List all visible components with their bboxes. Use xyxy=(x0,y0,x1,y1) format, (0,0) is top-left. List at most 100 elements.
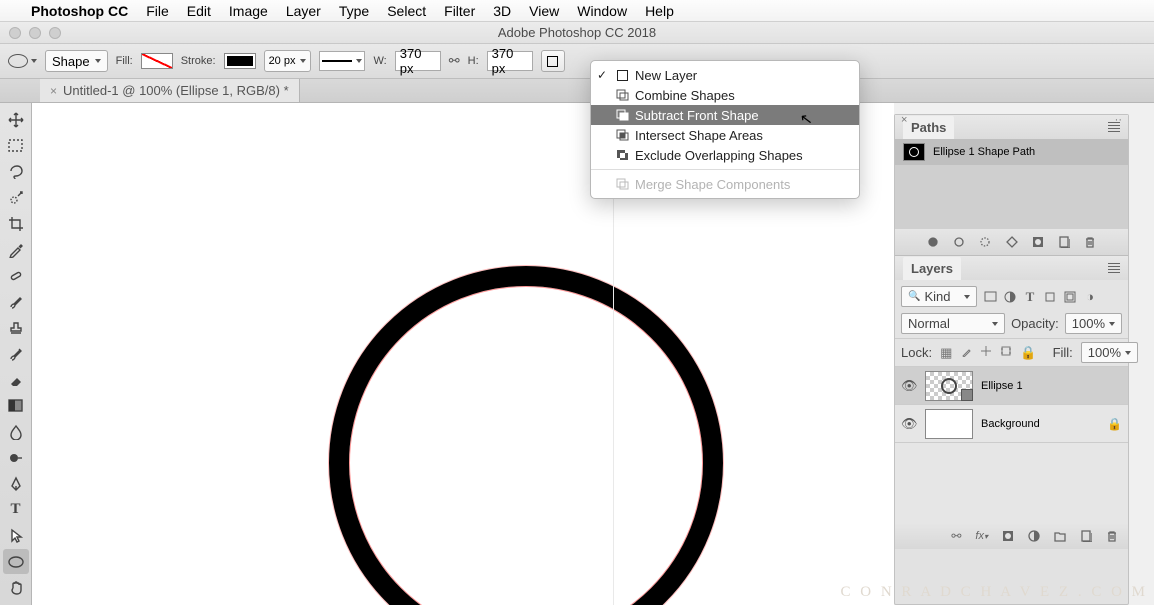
gradient-tool[interactable] xyxy=(3,393,29,418)
move-tool[interactable] xyxy=(3,107,29,132)
fill-opacity-field[interactable]: 100% xyxy=(1081,342,1138,363)
new-path-icon[interactable] xyxy=(1058,236,1070,248)
eyedropper-tool[interactable] xyxy=(3,237,29,262)
menu-item-exclude[interactable]: Exclude Overlapping Shapes xyxy=(591,145,859,165)
path-operations-button[interactable] xyxy=(541,50,565,72)
delete-layer-icon[interactable] xyxy=(1106,530,1118,543)
chevron-down-icon xyxy=(1109,322,1115,326)
filter-shape-icon[interactable] xyxy=(1043,290,1057,303)
new-layer-icon[interactable] xyxy=(1080,530,1092,542)
current-tool-indicator[interactable] xyxy=(8,54,37,68)
menu-select[interactable]: Select xyxy=(378,3,435,19)
type-tool[interactable]: T xyxy=(3,497,29,522)
ellipse-shape-tool[interactable] xyxy=(3,549,29,574)
menu-edit[interactable]: Edit xyxy=(178,3,220,19)
layer-name[interactable]: Background xyxy=(981,418,1040,430)
close-window-icon[interactable] xyxy=(9,27,21,39)
filter-type-icon[interactable]: T xyxy=(1023,290,1037,303)
link-layers-icon[interactable]: ⚯ xyxy=(951,529,961,543)
menu-filter[interactable]: Filter xyxy=(435,3,484,19)
zoom-window-icon[interactable] xyxy=(49,27,61,39)
menu-layer[interactable]: Layer xyxy=(277,3,330,19)
pen-tool[interactable] xyxy=(3,471,29,496)
eraser-tool[interactable] xyxy=(3,367,29,392)
layer-fx-icon[interactable]: fx▾ xyxy=(975,530,988,542)
stroke-path-icon[interactable] xyxy=(953,236,965,248)
lock-icon[interactable]: 🔒 xyxy=(1107,417,1122,431)
lock-all-icon[interactable]: 🔒 xyxy=(1020,345,1036,361)
panel-close-icon[interactable]: × xyxy=(901,114,907,126)
hand-tool[interactable] xyxy=(3,575,29,600)
filter-adjust-icon[interactable] xyxy=(1003,290,1017,303)
layer-thumbnail[interactable] xyxy=(925,371,973,401)
visibility-icon[interactable]: 👁 xyxy=(901,378,917,394)
brush-tool[interactable] xyxy=(3,289,29,314)
panel-collapse-icon[interactable]: ·· xyxy=(1115,114,1122,126)
selection-to-path-icon[interactable] xyxy=(1006,236,1018,248)
menu-item-intersect[interactable]: Intersect Shape Areas xyxy=(591,125,859,145)
layers-panel-tab[interactable]: Layers xyxy=(903,257,961,280)
fill-swatch[interactable] xyxy=(141,53,173,69)
lock-artboard-icon[interactable] xyxy=(1000,345,1012,360)
healing-tool[interactable] xyxy=(3,263,29,288)
menu-image[interactable]: Image xyxy=(220,3,277,19)
filter-smart-icon[interactable] xyxy=(1063,290,1077,303)
add-mask-icon[interactable] xyxy=(1032,236,1044,248)
layer-row[interactable]: 👁 Ellipse 1 xyxy=(895,367,1128,405)
filter-pixel-icon[interactable] xyxy=(983,290,997,303)
menu-view[interactable]: View xyxy=(520,3,568,19)
blur-tool[interactable] xyxy=(3,419,29,444)
close-tab-icon[interactable]: × xyxy=(50,84,57,98)
layer-row[interactable]: 👁 Background 🔒 xyxy=(895,405,1128,443)
blend-mode-dropdown[interactable]: Normal xyxy=(901,313,1005,334)
menu-app[interactable]: Photoshop CC xyxy=(22,3,137,19)
stroke-style-dropdown[interactable] xyxy=(319,51,365,71)
fill-path-icon[interactable] xyxy=(927,236,939,248)
stroke-width-field[interactable]: 20 px xyxy=(264,50,312,72)
menu-3d[interactable]: 3D xyxy=(484,3,520,19)
filter-toggle-icon[interactable]: ◑ xyxy=(1083,290,1097,303)
lock-transparency-icon[interactable]: ▦ xyxy=(940,345,952,361)
stroke-swatch[interactable] xyxy=(224,53,256,69)
new-adjustment-icon[interactable] xyxy=(1028,530,1040,542)
lock-position-icon[interactable] xyxy=(980,345,992,360)
paths-panel-tab[interactable]: Paths xyxy=(903,116,954,139)
layer-thumbnail[interactable] xyxy=(925,409,973,439)
path-to-selection-icon[interactable] xyxy=(979,236,992,248)
minimize-window-icon[interactable] xyxy=(29,27,41,39)
menu-type[interactable]: Type xyxy=(330,3,378,19)
menu-item-combine[interactable]: Combine Shapes xyxy=(591,85,859,105)
path-select-tool[interactable] xyxy=(3,523,29,548)
panel-menu-icon[interactable] xyxy=(1108,263,1120,273)
add-mask-icon[interactable] xyxy=(1002,530,1014,542)
link-wh-icon[interactable]: ⚯ xyxy=(449,53,460,69)
height-field[interactable]: 370 px xyxy=(487,51,533,71)
stamp-tool[interactable] xyxy=(3,315,29,340)
blend-mode-value: Normal xyxy=(908,316,950,331)
path-row[interactable]: Ellipse 1 Shape Path xyxy=(895,139,1128,165)
quick-select-tool[interactable] xyxy=(3,185,29,210)
opacity-value: 100% xyxy=(1072,316,1105,331)
lock-pixels-icon[interactable] xyxy=(960,345,972,360)
dodge-tool[interactable] xyxy=(3,445,29,470)
menu-file[interactable]: File xyxy=(137,3,178,19)
crop-tool[interactable] xyxy=(3,211,29,236)
layer-filter-dropdown[interactable]: 🔍Kind xyxy=(901,286,977,307)
history-brush-tool[interactable] xyxy=(3,341,29,366)
exclude-icon xyxy=(615,149,629,161)
new-group-icon[interactable] xyxy=(1054,530,1066,542)
opacity-field[interactable]: 100% xyxy=(1065,313,1122,334)
menu-help[interactable]: Help xyxy=(636,3,683,19)
layer-name[interactable]: Ellipse 1 xyxy=(981,380,1023,392)
ellipse-shape[interactable] xyxy=(329,266,723,605)
marquee-tool[interactable] xyxy=(3,133,29,158)
visibility-icon[interactable]: 👁 xyxy=(901,416,917,432)
tool-mode-dropdown[interactable]: Shape xyxy=(45,50,108,72)
lasso-tool[interactable] xyxy=(3,159,29,184)
width-field[interactable]: 370 px xyxy=(395,51,441,71)
menu-window[interactable]: Window xyxy=(568,3,636,19)
menu-item-subtract[interactable]: Subtract Front Shape xyxy=(591,105,859,125)
menu-item-new-layer[interactable]: ✓ New Layer xyxy=(591,65,859,85)
document-tab[interactable]: × Untitled-1 @ 100% (Ellipse 1, RGB/8) * xyxy=(40,79,300,102)
delete-path-icon[interactable] xyxy=(1084,236,1096,249)
